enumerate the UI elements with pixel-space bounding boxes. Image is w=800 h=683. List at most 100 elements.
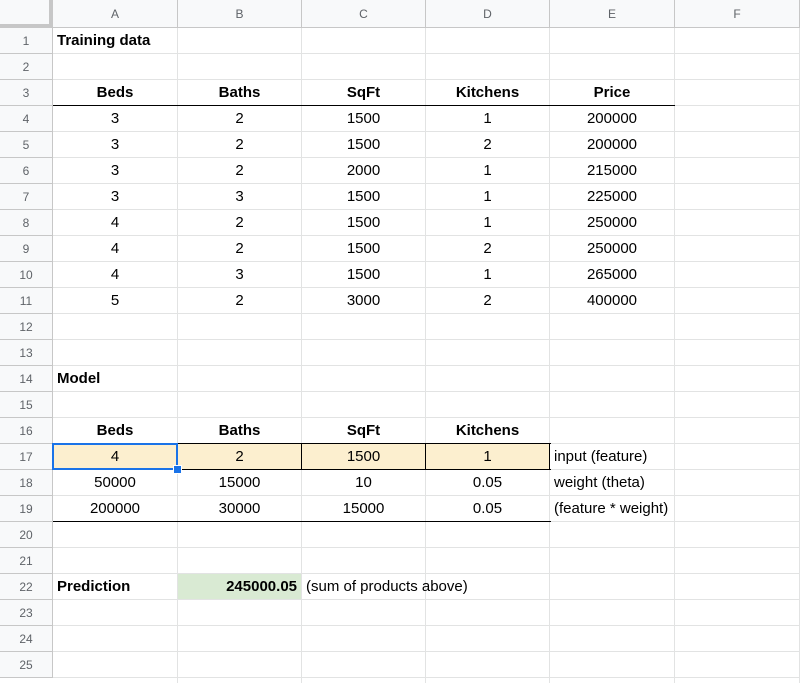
training-cell[interactable]: 2 [178, 236, 301, 261]
prediction-label[interactable]: Prediction [53, 574, 177, 599]
training-cell[interactable]: 1500 [302, 132, 425, 157]
training-cell[interactable]: 200000 [550, 132, 674, 157]
training-header-beds[interactable]: Beds [53, 80, 177, 105]
model-input-cell[interactable]: 1500 [302, 444, 425, 469]
row-header-13[interactable]: 13 [0, 340, 53, 366]
training-cell[interactable]: 1500 [302, 210, 425, 235]
training-cell[interactable]: 200000 [550, 106, 674, 131]
training-cell[interactable]: 250000 [550, 236, 674, 261]
row-header-7[interactable]: 7 [0, 184, 53, 210]
row-header-3[interactable]: 3 [0, 80, 53, 106]
row-header-6[interactable]: 6 [0, 158, 53, 184]
training-cell[interactable]: 2 [178, 158, 301, 183]
model-product-cell[interactable]: 200000 [53, 496, 177, 521]
row-header-17[interactable]: 17 [0, 444, 53, 470]
training-cell[interactable]: 2 [426, 288, 549, 313]
weight-theta-label[interactable]: weight (theta) [550, 470, 799, 495]
model-header-beds[interactable]: Beds [53, 418, 177, 443]
training-cell[interactable]: 3 [53, 158, 177, 183]
row-header-24[interactable]: 24 [0, 626, 53, 652]
training-cell[interactable]: 2000 [302, 158, 425, 183]
row-header-22[interactable]: 22 [0, 574, 53, 600]
model-weight-cell[interactable]: 0.05 [426, 470, 549, 495]
training-cell[interactable]: 2 [178, 210, 301, 235]
model-title[interactable]: Model [53, 366, 177, 391]
spreadsheet-grid[interactable]: ABCDEF 1 2 3 4 5 6 7 8 9 10 11 12 13 14 15 16 17 18 19 20 21… [0, 0, 800, 683]
training-header-sqft[interactable]: SqFt [302, 80, 425, 105]
training-cell[interactable]: 1500 [302, 184, 425, 209]
training-cell[interactable]: 4 [53, 262, 177, 287]
model-header-sqft[interactable]: SqFt [302, 418, 425, 443]
row-header-10[interactable]: 10 [0, 262, 53, 288]
row-header-15[interactable]: 15 [0, 392, 53, 418]
training-cell[interactable]: 5 [53, 288, 177, 313]
prediction-note[interactable]: (sum of products above) [302, 574, 674, 599]
row-header-21[interactable]: 21 [0, 548, 53, 574]
column-header-a[interactable]: A [53, 0, 178, 28]
model-input-cell[interactable]: 4 [53, 444, 177, 469]
training-cell[interactable]: 1500 [302, 262, 425, 287]
training-cell[interactable]: 2 [426, 132, 549, 157]
row-header-1[interactable]: 1 [0, 28, 53, 54]
training-cell[interactable]: 3 [53, 106, 177, 131]
row-header-16[interactable]: 16 [0, 418, 53, 444]
training-data-title[interactable]: Training data [53, 28, 301, 53]
training-cell[interactable]: 3 [178, 262, 301, 287]
training-cell[interactable]: 3 [53, 132, 177, 157]
row-header-5[interactable]: 5 [0, 132, 53, 158]
input-feature-label[interactable]: input (feature) [550, 444, 799, 469]
training-cell[interactable]: 1 [426, 210, 549, 235]
row-header-14[interactable]: 14 [0, 366, 53, 392]
row-header-12[interactable]: 12 [0, 314, 53, 340]
row-header-18[interactable]: 18 [0, 470, 53, 496]
row-header-4[interactable]: 4 [0, 106, 53, 132]
training-cell[interactable]: 400000 [550, 288, 674, 313]
training-cell[interactable]: 1 [426, 106, 549, 131]
training-cell[interactable]: 225000 [550, 184, 674, 209]
training-header-price[interactable]: Price [550, 80, 674, 105]
row-header-25[interactable]: 25 [0, 652, 53, 678]
training-cell[interactable]: 4 [53, 236, 177, 261]
model-header-baths[interactable]: Baths [178, 418, 301, 443]
training-cell[interactable]: 4 [53, 210, 177, 235]
column-header-b[interactable]: B [178, 0, 302, 28]
model-weight-cell[interactable]: 15000 [178, 470, 301, 495]
training-cell[interactable]: 2 [178, 132, 301, 157]
training-cell[interactable]: 2 [178, 288, 301, 313]
training-cell[interactable]: 3 [178, 184, 301, 209]
feature-weight-label[interactable]: (feature * weight) [550, 496, 799, 521]
prediction-value[interactable]: 245000.05 [178, 574, 301, 599]
training-header-baths[interactable]: Baths [178, 80, 301, 105]
fill-handle[interactable] [173, 465, 182, 474]
column-header-e[interactable]: E [550, 0, 675, 28]
row-header-9[interactable]: 9 [0, 236, 53, 262]
training-cell[interactable]: 1 [426, 262, 549, 287]
select-all-corner[interactable] [0, 0, 53, 28]
model-product-cell[interactable]: 30000 [178, 496, 301, 521]
row-header-11[interactable]: 11 [0, 288, 53, 314]
model-input-cell[interactable]: 1 [426, 444, 549, 469]
column-header-f[interactable]: F [675, 0, 800, 28]
training-header-kitchens[interactable]: Kitchens [426, 80, 549, 105]
training-cell[interactable]: 1500 [302, 236, 425, 261]
model-product-cell[interactable]: 15000 [302, 496, 425, 521]
training-cell[interactable]: 1500 [302, 106, 425, 131]
training-cell[interactable]: 2 [178, 106, 301, 131]
row-header-23[interactable]: 23 [0, 600, 53, 626]
training-cell[interactable]: 3 [53, 184, 177, 209]
row-header-8[interactable]: 8 [0, 210, 53, 236]
model-product-cell[interactable]: 0.05 [426, 496, 549, 521]
model-input-cell[interactable]: 2 [178, 444, 301, 469]
model-weight-cell[interactable]: 50000 [53, 470, 177, 495]
row-header-20[interactable]: 20 [0, 522, 53, 548]
training-cell[interactable]: 265000 [550, 262, 674, 287]
column-header-c[interactable]: C [302, 0, 426, 28]
training-cell[interactable]: 2 [426, 236, 549, 261]
training-cell[interactable]: 1 [426, 184, 549, 209]
model-weight-cell[interactable]: 10 [302, 470, 425, 495]
training-cell[interactable]: 250000 [550, 210, 674, 235]
training-cell[interactable]: 1 [426, 158, 549, 183]
row-header-19[interactable]: 19 [0, 496, 53, 522]
model-header-kitchens[interactable]: Kitchens [426, 418, 549, 443]
training-cell[interactable]: 215000 [550, 158, 674, 183]
